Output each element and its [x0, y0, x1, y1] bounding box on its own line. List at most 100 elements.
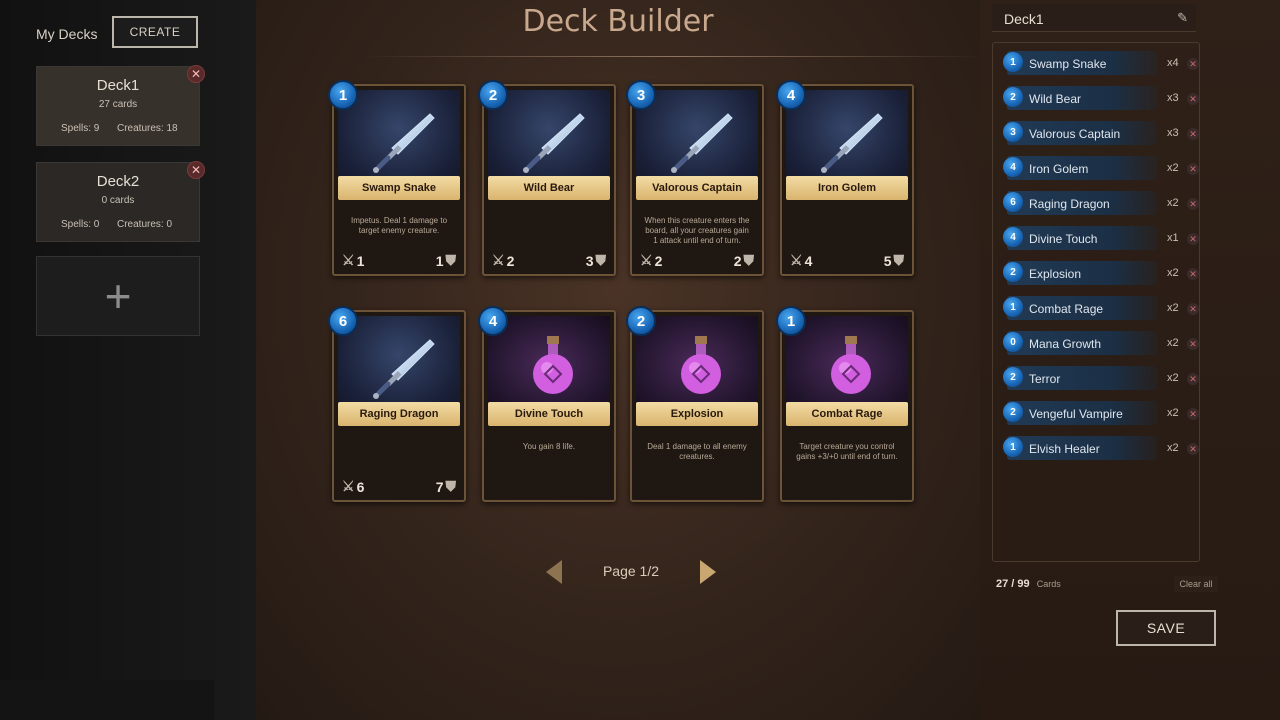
deck-list-row[interactable]: 3 Valorous Captain x3 ✕ — [997, 119, 1201, 145]
remove-card-icon[interactable]: ✕ — [1187, 163, 1199, 175]
next-page-icon[interactable] — [700, 560, 716, 584]
pagination: Page 1/2 — [546, 560, 716, 584]
card-art — [488, 316, 610, 412]
delete-deck-icon[interactable]: ✕ — [187, 65, 205, 83]
deck-card-name: Combat Rage — [1029, 302, 1104, 316]
deck-list-row[interactable]: 4 Divine Touch x1 ✕ — [997, 224, 1201, 250]
save-button[interactable]: SAVE — [1116, 610, 1216, 646]
card-art — [338, 90, 460, 186]
mana-cost-badge: 2 — [1003, 402, 1023, 422]
deck-card-quantity: x1 — [1167, 232, 1179, 244]
mana-cost-badge: 1 — [328, 80, 358, 110]
card-description: Impetus. Deal 1 damage to target enemy c… — [350, 216, 448, 235]
shield-icon: ⛊ — [445, 252, 457, 268]
card-raging-dragon[interactable]: 6 Raging Dragon ⚔ 6 7 ⛊ — [328, 306, 466, 502]
card-name: Explosion — [636, 402, 758, 426]
mana-cost-badge: 4 — [1003, 157, 1023, 177]
card-wild-bear[interactable]: 2 Wild Bear ⚔ 2 3 ⛊ — [478, 80, 616, 276]
page-indicator: Page 1/2 — [602, 563, 660, 579]
remove-card-icon[interactable]: ✕ — [1187, 443, 1199, 455]
deck-card-name: Vengeful Vampire — [1029, 407, 1123, 421]
sidebar-footer — [0, 680, 214, 720]
deck-card-quantity: x3 — [1167, 92, 1179, 104]
remove-card-icon[interactable]: ✕ — [1187, 373, 1199, 385]
shield-icon: ⛊ — [595, 252, 607, 268]
remove-card-icon[interactable]: ✕ — [1187, 303, 1199, 315]
crossed-swords-icon: ⚔ — [492, 252, 505, 268]
mana-cost-badge: 1 — [776, 306, 806, 336]
card-description: Deal 1 damage to all enemy creatures. — [647, 442, 747, 461]
add-deck-button[interactable]: + — [36, 256, 200, 336]
deck-card-name: Iron Golem — [1029, 162, 1089, 176]
attack-stat: ⚔ 2 — [492, 252, 514, 269]
potion-icon — [831, 336, 871, 394]
deck-card-quantity: x2 — [1167, 337, 1179, 349]
defense-value: 2 — [733, 252, 742, 269]
deck-card-quantity: x2 — [1167, 267, 1179, 279]
remove-card-icon[interactable]: ✕ — [1187, 338, 1199, 350]
deck-card-name: Elvish Healer — [1029, 442, 1100, 456]
clear-all-button[interactable]: Clear all — [1174, 576, 1218, 592]
deck-list-row[interactable]: 2 Wild Bear x3 ✕ — [997, 84, 1201, 110]
deck-card-quantity: x2 — [1167, 302, 1179, 314]
deck-list-row[interactable]: 0 Mana Growth x2 ✕ — [997, 329, 1201, 355]
card-explosion[interactable]: 2 Explosion Deal 1 damage to all enemy cre… — [626, 306, 764, 502]
card-swamp-snake[interactable]: 1 Swamp Snake Impetus. Deal 1 damage to ta… — [328, 80, 466, 276]
defense-stat: 5 ⛊ — [884, 252, 904, 269]
deck-list-row[interactable]: 1 Combat Rage x2 ✕ — [997, 294, 1201, 320]
attack-stat: ⚔ 2 — [640, 252, 662, 269]
remove-card-icon[interactable]: ✕ — [1187, 408, 1199, 420]
deck-panel: Deck1 ✎ 1 Swamp Snake x4 ✕ 2 Wild Bear x3 ✕ 3 Val… — [980, 0, 1280, 720]
delete-deck-icon[interactable]: ✕ — [187, 161, 205, 179]
card-valorous-captain[interactable]: 3 Valorous Captain When this creature ente… — [626, 80, 764, 276]
deck-card-name: Wild Bear — [1029, 92, 1082, 106]
create-deck-button[interactable]: CREATE — [112, 16, 198, 48]
plus-icon: + — [104, 270, 132, 322]
attack-stat: ⚔ 1 — [342, 252, 364, 269]
deck-list-row[interactable]: 2 Explosion x2 ✕ — [997, 259, 1201, 285]
remove-card-icon[interactable]: ✕ — [1187, 233, 1199, 245]
attack-value: 4 — [804, 252, 813, 269]
remove-card-icon[interactable]: ✕ — [1187, 268, 1199, 280]
card-divine-touch[interactable]: 4 Divine Touch You gain 8 life. — [478, 306, 616, 502]
card-iron-golem[interactable]: 4 Iron Golem ⚔ 4 5 ⛊ — [776, 80, 914, 276]
pencil-icon[interactable]: ✎ — [1177, 10, 1188, 26]
remove-card-icon[interactable]: ✕ — [1187, 58, 1199, 70]
deck-name: Deck2 — [96, 173, 140, 190]
card-art — [338, 316, 460, 412]
mana-cost-badge: 3 — [1003, 122, 1023, 142]
defense-value: 3 — [585, 252, 594, 269]
deck-card-quantity: x2 — [1167, 197, 1179, 209]
deck-card-name: Explosion — [1029, 267, 1082, 281]
defense-stat: 7 ⛊ — [436, 478, 456, 495]
deck-card-name: Raging Dragon — [1029, 197, 1110, 211]
deck-list-row[interactable]: 6 Raging Dragon x2 ✕ — [997, 189, 1201, 215]
deck-list-row[interactable]: 2 Vengeful Vampire x2 ✕ — [997, 399, 1201, 425]
deck-totals: 27 / 99 Cards — [996, 578, 1061, 590]
shield-icon: ⛊ — [743, 252, 755, 268]
deck-item-deck2[interactable]: Deck2 0 cards Spells: 0 Creatures: 0 ✕ — [36, 161, 205, 242]
deck-card-quantity: x2 — [1167, 162, 1179, 174]
deck-item-deck1[interactable]: Deck1 27 cards Spells: 9 Creatures: 18 ✕ — [36, 65, 205, 146]
defense-stat: 1 ⛊ — [436, 252, 456, 269]
defense-value: 7 — [435, 478, 444, 495]
mana-cost-badge: 0 — [1003, 332, 1023, 352]
deck-list-row[interactable]: 4 Iron Golem x2 ✕ — [997, 154, 1201, 180]
card-art — [636, 316, 758, 412]
deck-name-field[interactable]: Deck1 ✎ — [992, 4, 1196, 32]
deck-card-name: Mana Growth — [1029, 337, 1102, 351]
sword-icon — [373, 113, 435, 173]
deck-list-row[interactable]: 2 Terror x2 ✕ — [997, 364, 1201, 390]
mana-cost-badge: 2 — [1003, 87, 1023, 107]
deck-total-count: 27 / 99 — [996, 578, 1030, 590]
deck-card-name: Swamp Snake — [1029, 57, 1107, 71]
shield-icon: ⛊ — [893, 252, 905, 268]
deck-creatures-count: Creatures: 18 — [117, 123, 178, 134]
remove-card-icon[interactable]: ✕ — [1187, 93, 1199, 105]
card-combat-rage[interactable]: 1 Combat Rage Target creature you control … — [776, 306, 914, 502]
remove-card-icon[interactable]: ✕ — [1187, 198, 1199, 210]
deck-list-row[interactable]: 1 Swamp Snake x4 ✕ — [997, 49, 1201, 75]
remove-card-icon[interactable]: ✕ — [1187, 128, 1199, 140]
deck-name: Deck1 — [96, 77, 140, 94]
deck-list-row[interactable]: 1 Elvish Healer x2 ✕ — [997, 434, 1201, 460]
